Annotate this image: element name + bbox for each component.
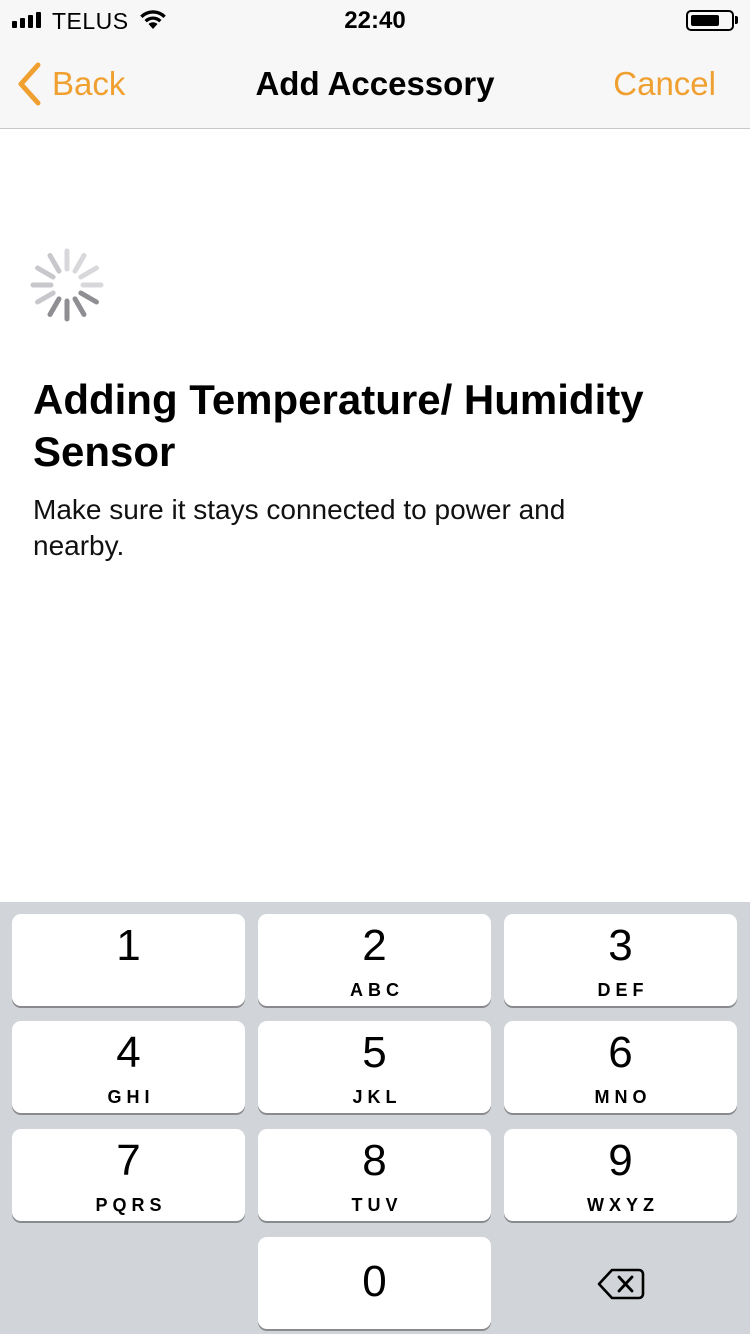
spinner-spoke [47,253,62,274]
spinner-spoke [35,265,56,280]
key-1[interactable]: 1 [12,914,245,1006]
key-digit: 2 [362,921,387,970]
spinner-spoke [35,290,56,305]
key-letters: MNO [594,1087,652,1107]
spinner-spoke [78,290,99,305]
key-letters: DEF [597,980,649,1000]
key-letters: WXYZ [587,1195,659,1215]
key-digit: 7 [116,1136,141,1185]
battery-tip [735,16,738,24]
navigation-bar: Back Add Accessory Cancel [0,40,750,129]
key-letters: PQRS [95,1195,167,1215]
key-8[interactable]: 8 TUV [258,1129,491,1221]
key-6[interactable]: 6 MNO [504,1021,737,1113]
cancel-button[interactable]: Cancel [613,65,716,103]
key-0[interactable]: 0 [258,1237,491,1329]
status-bar: TELUS 22:40 [0,0,750,40]
key-5[interactable]: 5 JKL [258,1021,491,1113]
key-digit: 5 [362,1028,387,1077]
activity-spinner-icon [30,248,104,327]
key-2[interactable]: 2 ABC [258,914,491,1006]
key-letters: ABC [350,980,404,1000]
key-3[interactable]: 3 DEF [504,914,737,1006]
key-digit: 9 [608,1136,633,1185]
key-digit: 6 [608,1028,633,1077]
instruction-text: Make sure it stays connected to power an… [33,494,566,561]
key-letters: GHI [107,1087,155,1107]
adding-heading: Adding Temperature/ Humidity Sensor [33,376,644,475]
key-digit: 8 [362,1136,387,1185]
spinner-spoke [72,253,87,274]
battery-icon [686,10,734,31]
key-digit: 3 [608,921,633,970]
key-digit: 0 [362,1257,387,1306]
key-7[interactable]: 7 PQRS [12,1129,245,1221]
key-digit: 4 [116,1028,141,1077]
status-time: 22:40 [344,7,406,34]
key-4[interactable]: 4 GHI [12,1021,245,1113]
spinner-spoke [47,296,62,317]
key-digit: 1 [116,921,141,970]
spinner-spoke [72,296,87,317]
numeric-keypad: 1 2 ABC 3 DEF 4 GHI 5 JKL 6 MNO 7 PQRS 8… [0,902,750,1334]
key-letters: JKL [352,1087,402,1107]
delete-backspace-icon [597,1268,644,1300]
key-letters: TUV [351,1195,403,1215]
delete-button[interactable] [504,1238,737,1330]
key-9[interactable]: 9 WXYZ [504,1129,737,1221]
spinner-spoke [78,265,99,280]
